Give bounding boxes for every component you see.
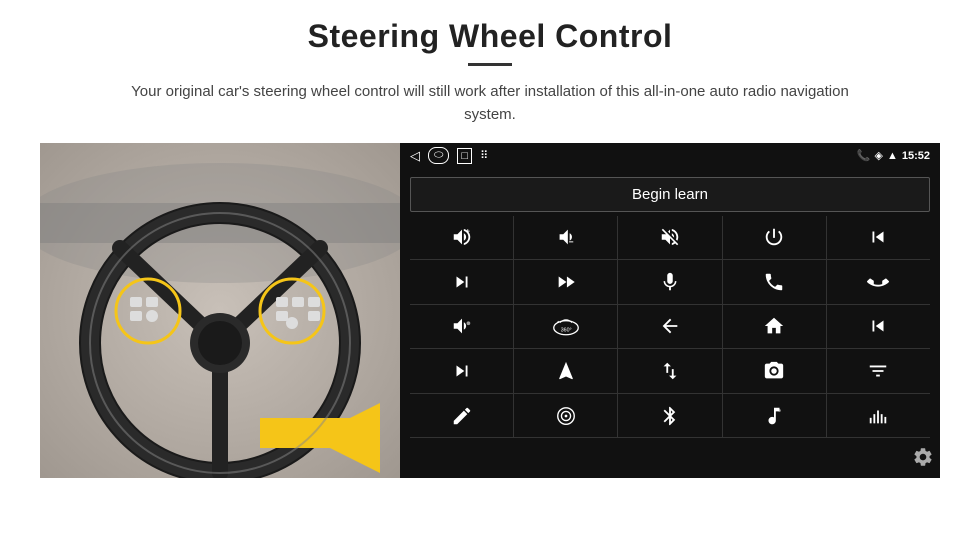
edit-button[interactable]	[410, 394, 513, 438]
page: Steering Wheel Control Your original car…	[0, 0, 980, 544]
back-arrow-icon[interactable]: ◁	[410, 148, 420, 164]
home-button[interactable]	[723, 305, 826, 349]
navigation-button[interactable]	[514, 349, 617, 393]
screen-area: ◁ ⬭ □ ⠿ 📞 ◈ ▲ 15:52 Begin learn	[400, 143, 940, 478]
home-oval-icon[interactable]: ⬭	[428, 147, 449, 164]
begin-learn-row: Begin learn	[400, 169, 940, 216]
svg-text:−: −	[569, 238, 574, 247]
music-button[interactable]	[723, 394, 826, 438]
settings-icon[interactable]	[912, 446, 934, 474]
mute-button[interactable]	[618, 216, 721, 260]
photo-area	[40, 143, 400, 478]
title-divider	[468, 63, 512, 66]
switch-button[interactable]	[618, 349, 721, 393]
target-button[interactable]	[514, 394, 617, 438]
skip-forward-button[interactable]	[410, 349, 513, 393]
vol-down-button[interactable]: −	[514, 216, 617, 260]
grid-dots-icon[interactable]: ⠿	[480, 149, 488, 162]
prev-phone-button[interactable]	[827, 216, 930, 260]
call-button[interactable]	[723, 260, 826, 304]
status-bar: ◁ ⬭ □ ⠿ 📞 ◈ ▲ 15:52	[400, 143, 940, 169]
status-left: ◁ ⬭ □ ⠿	[410, 147, 488, 164]
status-time: 15:52	[902, 150, 930, 162]
svg-text:360°: 360°	[561, 328, 572, 334]
horn-button[interactable]	[410, 305, 513, 349]
page-title: Steering Wheel Control	[308, 18, 673, 55]
power-button[interactable]	[723, 216, 826, 260]
camera-button[interactable]	[723, 349, 826, 393]
prev-track2-button[interactable]	[827, 305, 930, 349]
phone-icon: 📞	[857, 149, 871, 162]
subtitle: Your original car's steering wheel contr…	[110, 80, 870, 127]
square-recent-icon[interactable]: □	[457, 148, 472, 164]
wifi-icon: ▲	[887, 150, 898, 162]
fast-forward-button[interactable]	[514, 260, 617, 304]
back-button[interactable]	[618, 305, 721, 349]
settings-row	[400, 444, 940, 478]
equalizer-button[interactable]	[827, 349, 930, 393]
microphone-button[interactable]	[618, 260, 721, 304]
hang-up-button[interactable]	[827, 260, 930, 304]
content-row: ◁ ⬭ □ ⠿ 📞 ◈ ▲ 15:52 Begin learn	[40, 143, 940, 478]
svg-text:+: +	[465, 227, 469, 236]
spectrum-button[interactable]	[827, 394, 930, 438]
location-icon: ◈	[875, 149, 883, 162]
bluetooth-button[interactable]	[618, 394, 721, 438]
360-view-button[interactable]: 360°	[514, 305, 617, 349]
status-right: 📞 ◈ ▲ 15:52	[857, 149, 930, 162]
vol-up-button[interactable]: +	[410, 216, 513, 260]
begin-learn-button[interactable]: Begin learn	[410, 177, 930, 212]
next-track-button[interactable]	[410, 260, 513, 304]
icon-grid: + −	[410, 216, 930, 438]
